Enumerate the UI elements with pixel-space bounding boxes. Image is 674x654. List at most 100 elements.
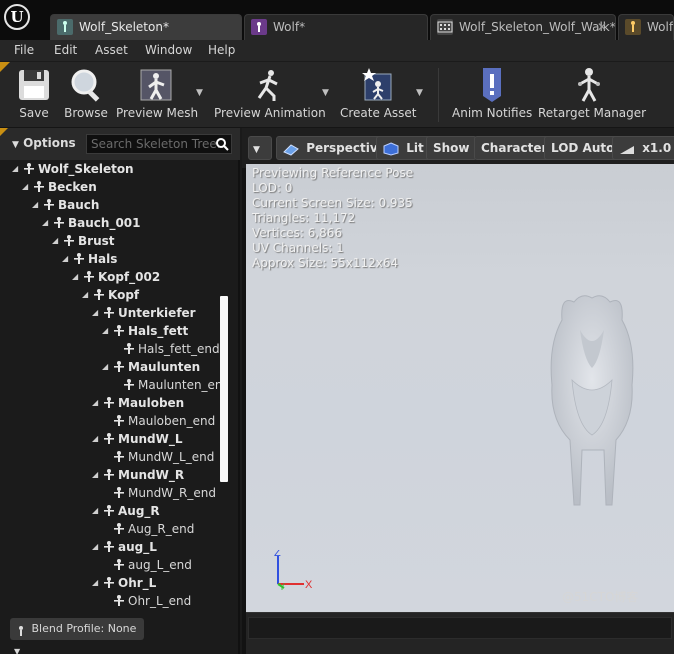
tree-row[interactable]: ◢ Hals_fett [102, 322, 188, 340]
bone-label: Aug_R_end [128, 522, 195, 536]
bone-icon [102, 504, 116, 518]
animation-asset-icon [437, 19, 453, 35]
preview-mesh-button[interactable]: Preview Mesh [116, 66, 198, 124]
tab-label: Wolf_Skeleton_Wolf_Walk* [459, 20, 616, 34]
menu-bar: File Edit Asset Window Help [0, 40, 674, 62]
menu-edit[interactable]: Edit [54, 43, 77, 57]
bone-label: Unterkiefer [118, 306, 196, 320]
create-asset-button[interactable]: Create Asset [340, 66, 417, 124]
tree-row[interactable]: ◢ Hals [62, 250, 117, 268]
expand-arrow-icon[interactable]: ◢ [92, 502, 102, 520]
tree-row[interactable]: ◢ Brust [52, 232, 115, 250]
scrollbar[interactable] [220, 296, 228, 482]
expand-arrow-icon[interactable]: ◢ [102, 322, 112, 340]
tree-row[interactable]: ◢ MundW_R [92, 466, 184, 484]
lod-button[interactable]: LOD Auto [544, 136, 622, 160]
viewport-options-button[interactable]: ▼ [248, 136, 272, 160]
tree-row[interactable]: Aug_R_end [102, 520, 194, 538]
expand-arrow-icon[interactable]: ◢ [92, 466, 102, 484]
tree-row[interactable]: ◢ Unterkiefer [92, 304, 196, 322]
retarget-figure-icon [570, 66, 608, 104]
expand-arrow-icon[interactable]: ◢ [92, 304, 102, 322]
tree-row[interactable]: ◢ Ohr_L [92, 574, 156, 592]
tree-row[interactable]: ◢ Kopf_002 [72, 268, 160, 286]
tab-wolf-character[interactable]: Wolf [618, 14, 674, 40]
expand-arrow-icon[interactable]: ◢ [22, 178, 32, 196]
tree-row[interactable]: ◢ Bauch [32, 196, 99, 214]
lit-button[interactable]: Lit [376, 136, 431, 160]
menu-asset[interactable]: Asset [95, 43, 128, 57]
tree-row[interactable]: ◢ Bauch_001 [42, 214, 141, 232]
tree-row[interactable]: ◢ Mauloben [92, 394, 184, 412]
expand-arrow-icon[interactable]: ◢ [62, 250, 72, 268]
expand-arrow-icon[interactable]: ◢ [92, 430, 102, 448]
expand-arrow-icon[interactable]: ◢ [52, 232, 62, 250]
tree-row[interactable]: ◢ Maulunten [102, 358, 200, 376]
chevron-down-icon: ▼ [14, 647, 21, 654]
expand-arrow-icon[interactable]: ◢ [92, 394, 102, 412]
expand-arrow-icon[interactable]: ◢ [72, 268, 82, 286]
tree-row[interactable]: ◢ Aug_R [92, 502, 160, 520]
tree-row[interactable]: ◢ Becken [22, 178, 97, 196]
expand-arrow-icon[interactable]: ◢ [82, 286, 92, 304]
tree-row[interactable]: MundW_L_end [102, 448, 214, 466]
bone-label: aug_L_end [128, 558, 192, 572]
menu-file[interactable]: File [14, 43, 34, 57]
tree-row[interactable]: Ohr_L_end [102, 592, 191, 610]
playback-speed-button[interactable]: x1.0 [612, 136, 674, 160]
bone-label: Kopf_002 [98, 270, 161, 284]
chevron-down-icon[interactable]: ▼ [416, 88, 423, 98]
axis-gizmo: Z X Y [274, 550, 312, 590]
expand-arrow-icon[interactable]: ◢ [92, 538, 102, 556]
options-button[interactable]: ▼ Options [12, 136, 76, 150]
preview-mesh-icon [137, 66, 175, 104]
tab-wolf-walk[interactable]: Wolf_Skeleton_Wolf_Walk* ✕ [430, 14, 616, 40]
browse-button[interactable]: Browse [62, 66, 110, 124]
search-input[interactable]: Search Skeleton Tree... [86, 134, 232, 154]
tree-row[interactable]: ◢ Kopf [82, 286, 139, 304]
create-asset-label: Create Asset [340, 106, 417, 120]
unreal-logo-icon[interactable]: U [4, 4, 30, 30]
tree-row[interactable]: Mauloben_end [102, 412, 215, 430]
bone-icon [32, 180, 46, 194]
mesh-asset-icon [251, 19, 267, 35]
retarget-manager-label: Retarget Manager [538, 106, 647, 120]
chevron-down-icon: ▼ [253, 145, 260, 155]
search-icon[interactable] [215, 137, 229, 151]
expand-arrow-icon[interactable]: ◢ [102, 358, 112, 376]
anim-notifies-button[interactable]: Anim Notifies [452, 66, 532, 124]
blend-profile-dropdown[interactable]: Blend Profile: None ▼ [10, 618, 144, 654]
chevron-down-icon[interactable]: ▼ [322, 88, 329, 98]
tab-wolf-skeleton[interactable]: Wolf_Skeleton* [50, 14, 242, 40]
viewport-scene[interactable]: Previewing Reference Pose LOD: 0 Current… [246, 164, 674, 612]
stat-line: Previewing Reference Pose [252, 166, 414, 180]
expand-arrow-icon[interactable]: ◢ [42, 214, 52, 232]
viewport-timeline-field[interactable] [248, 617, 672, 639]
tree-row[interactable]: MundW_R_end [102, 484, 216, 502]
tree-row[interactable]: Hals_fett_end [112, 340, 220, 358]
tree-row[interactable]: ◢ MundW_L [92, 430, 183, 448]
preview-animation-button[interactable]: Preview Animation [214, 66, 326, 124]
menu-help[interactable]: Help [208, 43, 235, 57]
expand-arrow-icon[interactable]: ◢ [12, 160, 22, 178]
expand-arrow-icon[interactable]: ◢ [32, 196, 42, 214]
retarget-manager-button[interactable]: Retarget Manager [538, 66, 647, 124]
bone-label: MundW_R_end [128, 486, 216, 500]
save-button[interactable]: Save [10, 66, 58, 124]
tree-row[interactable]: ◢ Wolf_Skeleton [12, 160, 134, 178]
bone-icon [112, 486, 126, 500]
bone-icon [102, 468, 116, 482]
expand-arrow-icon[interactable]: ◢ [92, 574, 102, 592]
character-button[interactable]: Character [474, 136, 555, 160]
tree-row[interactable]: ◢ aug_L [92, 538, 157, 556]
tree-row[interactable]: aug_L_end [102, 556, 192, 574]
bone-label: Ohr_L_end [128, 594, 192, 608]
tab-wolf[interactable]: Wolf* [244, 14, 428, 40]
menu-window[interactable]: Window [145, 43, 192, 57]
bone-icon [72, 252, 86, 266]
close-icon[interactable]: ✕ [597, 15, 607, 39]
tree-row[interactable]: Maulunten_en [112, 376, 223, 394]
show-button[interactable]: Show [426, 136, 477, 160]
magnifier-icon [67, 66, 105, 104]
chevron-down-icon[interactable]: ▼ [196, 88, 203, 98]
